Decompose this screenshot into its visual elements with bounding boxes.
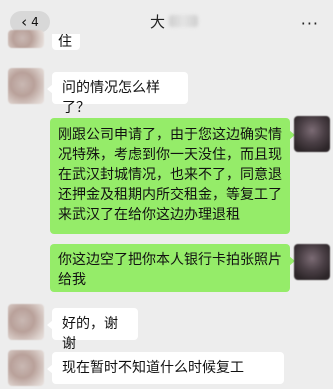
chevron-left-icon: ‹ [21,12,28,31]
contact-avatar[interactable] [8,350,44,386]
contact-avatar[interactable] [8,30,44,48]
user-avatar[interactable] [294,244,330,280]
message-text: 住 [58,34,72,50]
message-bubble-outgoing[interactable]: 刚跟公司申请了，由于您这边确实情况特殊，考虑到你一天没住，而且现在武汉封城情况，… [50,118,295,234]
chat-title: 大 [150,11,198,31]
user-avatar[interactable] [294,116,330,152]
message-bubble-incoming[interactable]: 住 [52,34,80,50]
chat-title-text: 大 [150,12,166,31]
message-text: 好的，谢谢 [62,316,118,352]
ellipsis-icon[interactable]: ··· [301,14,319,33]
message-bubble-incoming[interactable]: 问的情况怎么样了？ [47,72,188,116]
contact-avatar[interactable] [8,304,44,340]
message-bubble-incoming[interactable]: 好的，谢谢 [47,308,138,352]
message-text: 刚跟公司申请了，由于您这边确实情况特殊，考虑到你一天没住，而且现在武汉封城情况，… [58,127,282,223]
redacted-title [169,15,198,27]
message-text: 你这边空了把你本人银行卡拍张照片给我 [58,252,282,288]
message-bubble-outgoing[interactable]: 你这边空了把你本人银行卡拍张照片给我 [50,244,295,292]
chat-header: ‹ 4 大 ··· [0,0,333,44]
unread-count: 4 [31,15,39,29]
message-text: 现在暂时不知道什么时候复工 [62,360,244,376]
message-text: 问的情况怎么样了？ [62,80,160,116]
contact-avatar[interactable] [8,68,44,104]
message-bubble-incoming[interactable]: 现在暂时不知道什么时候复工 [47,352,284,384]
